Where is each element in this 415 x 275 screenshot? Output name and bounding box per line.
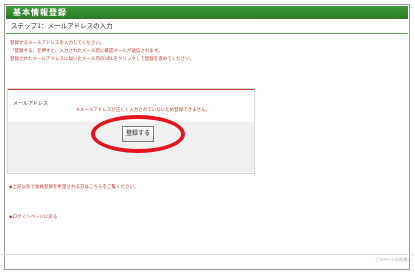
intro-line: 登録されたメールアドレスに届いたメール内のURLをクリックして登録を進めてくださ… xyxy=(10,57,195,62)
highlight-circle xyxy=(91,115,185,153)
page-title: 基本情報登録 xyxy=(13,8,67,17)
footer-divider xyxy=(1,254,414,255)
form-divider xyxy=(8,89,254,90)
help-link[interactable]: ◆上記以外で会員登録を希望される方はこちらをご覧ください。 xyxy=(9,184,138,191)
step-title: ステップ1：メールアドレスの入力 xyxy=(11,22,113,30)
error-message: ※メールアドレスが正しく入力されていないため登録できません。 xyxy=(76,108,210,113)
page-header: 基本情報登録 xyxy=(6,6,408,19)
intro-line: 登録するメールアドレスを入力してください。 xyxy=(10,41,105,46)
intro-line: 「登録する」を押すと、入力されたメール宛に確認メールが送信されます。 xyxy=(10,49,163,54)
email-label: メールアドレス xyxy=(13,101,49,107)
back-to-login-link[interactable]: ◆ログインページに戻る xyxy=(9,214,57,221)
step-bar: ステップ1：メールアドレスの入力 xyxy=(6,20,408,34)
page-top-link[interactable]: このページの先頭へ xyxy=(375,256,411,263)
intro-text: 登録するメールアドレスを入力してください。 「登録する」を押すと、入力されたメー… xyxy=(10,40,310,64)
